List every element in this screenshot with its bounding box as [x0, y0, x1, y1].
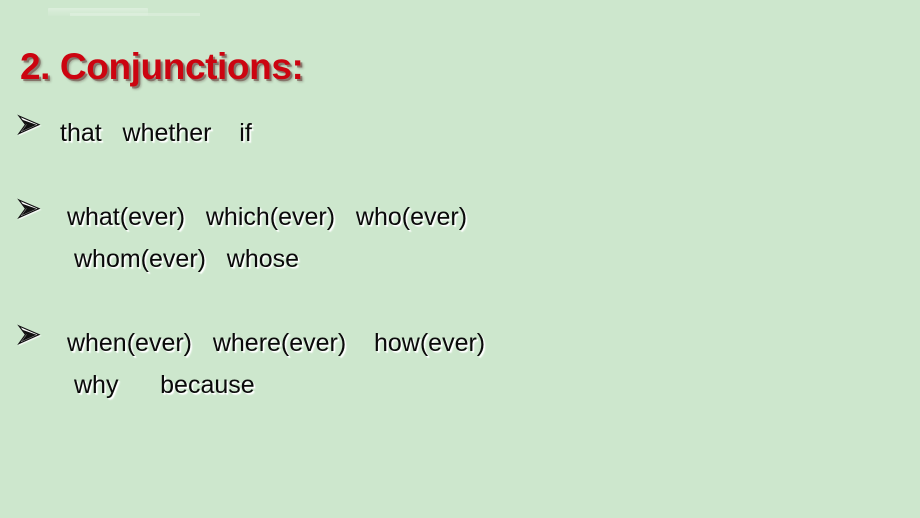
list-item: that whether if: [0, 112, 920, 154]
list-item-line: what(ever) which(ever) who(ever): [60, 203, 468, 231]
arrowhead-bullet-icon: [16, 196, 42, 226]
list-item-line: when(ever) where(ever) how(ever): [60, 329, 486, 357]
arrowhead-bullet-icon: [16, 112, 42, 142]
arrowhead-bullet-icon: [16, 322, 42, 352]
list-item: what(ever) which(ever) who(ever) whom(ev…: [0, 196, 920, 280]
faint-placeholder-strip: [48, 8, 200, 16]
list-item-line: whom(ever) whose: [74, 245, 300, 273]
presentation-slide: 2. Conjunctions: that whether if what(ev…: [0, 0, 920, 518]
page-title: 2. Conjunctions:: [20, 46, 304, 87]
list-item-line: that whether if: [60, 119, 252, 147]
list-item-line: why because: [74, 371, 255, 399]
bullet-list: that whether if what(ever) which(ever) w…: [0, 112, 920, 406]
list-item: when(ever) where(ever) how(ever) why bec…: [0, 322, 920, 406]
